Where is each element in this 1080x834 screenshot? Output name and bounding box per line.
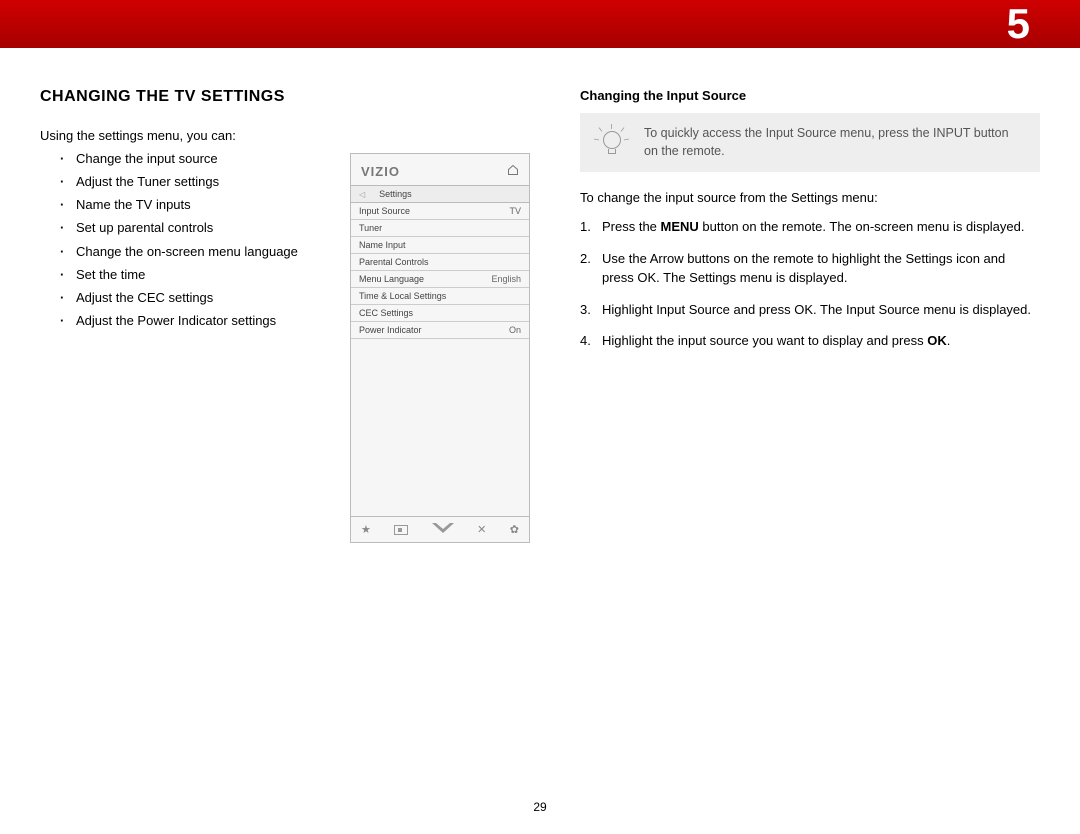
menu-row: Time & Local Settings: [351, 288, 529, 305]
step-text: button on the remote. The on-screen menu…: [699, 219, 1025, 234]
panel-title: Settings: [379, 189, 412, 199]
chapter-number: 5: [1007, 0, 1030, 48]
menu-row: Name Input: [351, 237, 529, 254]
row-label: Parental Controls: [359, 257, 429, 267]
step-item: Use the Arrow buttons on the remote to h…: [602, 249, 1040, 288]
step-item: Press the MENU button on the remote. The…: [602, 217, 1040, 237]
section-heading: CHANGING THE TV SETTINGS: [40, 88, 320, 106]
row-label: Menu Language: [359, 274, 424, 284]
step-text: .: [947, 333, 951, 348]
panel-header: VIZIO: [351, 154, 529, 185]
left-column: CHANGING THE TV SETTINGS Using the setti…: [40, 88, 320, 543]
menu-row: Tuner: [351, 220, 529, 237]
panel-spacer: [351, 339, 529, 516]
page-body: CHANGING THE TV SETTINGS Using the setti…: [0, 48, 1080, 543]
wide-v-icon: [432, 523, 454, 536]
step-item: Highlight Input Source and press OK. The…: [602, 300, 1040, 320]
rect-icon: [394, 525, 408, 535]
list-item: Adjust the Power Indicator settings: [76, 311, 320, 331]
back-triangle-icon: ◁: [359, 190, 365, 199]
tip-callout: To quickly access the Input Source menu,…: [580, 113, 1040, 172]
steps-list: Press the MENU button on the remote. The…: [580, 217, 1040, 351]
list-item: Change the on-screen menu language: [76, 242, 320, 262]
step-bold: OK: [927, 333, 947, 348]
close-icon: ✕: [477, 523, 486, 536]
page-number: 29: [0, 800, 1080, 814]
list-item: Adjust the Tuner settings: [76, 172, 320, 192]
panel-title-row: ◁ Settings: [351, 185, 529, 203]
row-label: Tuner: [359, 223, 382, 233]
step-text: Use the Arrow buttons on the remote to h…: [602, 251, 1005, 286]
menu-row: Parental Controls: [351, 254, 529, 271]
list-item: Change the input source: [76, 149, 320, 169]
menu-row: CEC Settings: [351, 305, 529, 322]
gear-icon: ✿: [510, 523, 519, 536]
step-text: Highlight Input Source and press OK. The…: [602, 302, 1031, 317]
row-value: TV: [509, 206, 521, 216]
lead-text: To change the input source from the Sett…: [580, 190, 1040, 205]
intro-text: Using the settings menu, you can:: [40, 128, 320, 143]
middle-column: VIZIO ◁ Settings Input Source TV Tuner Na…: [350, 88, 550, 543]
lightbulb-icon: [598, 127, 626, 159]
feature-list: Change the input source Adjust the Tuner…: [40, 149, 320, 331]
menu-row: Menu Language English: [351, 271, 529, 288]
step-text: Press the: [602, 219, 661, 234]
subsection-heading: Changing the Input Source: [580, 88, 1040, 103]
settings-menu-screenshot: VIZIO ◁ Settings Input Source TV Tuner Na…: [350, 153, 530, 543]
right-column: Changing the Input Source To quickly acc…: [580, 88, 1040, 543]
menu-row: Power Indicator On: [351, 322, 529, 339]
row-label: CEC Settings: [359, 308, 413, 318]
panel-bottom-bar: ★ ✕ ✿: [351, 516, 529, 542]
row-label: Name Input: [359, 240, 406, 250]
row-label: Power Indicator: [359, 325, 422, 335]
step-text: Highlight the input source you want to d…: [602, 333, 927, 348]
brand-logo: VIZIO: [361, 164, 400, 179]
star-icon: ★: [361, 523, 371, 536]
row-label: Input Source: [359, 206, 410, 216]
home-icon: [507, 164, 519, 179]
step-item: Highlight the input source you want to d…: [602, 331, 1040, 351]
row-value: On: [509, 325, 521, 335]
chapter-header: 5: [0, 0, 1080, 48]
list-item: Name the TV inputs: [76, 195, 320, 215]
menu-row: Input Source TV: [351, 203, 529, 220]
row-label: Time & Local Settings: [359, 291, 446, 301]
tip-text: To quickly access the Input Source menu,…: [644, 125, 1022, 160]
row-value: English: [491, 274, 521, 284]
panel-rows: Input Source TV Tuner Name Input Parental…: [351, 203, 529, 339]
list-item: Set the time: [76, 265, 320, 285]
list-item: Set up parental controls: [76, 218, 320, 238]
list-item: Adjust the CEC settings: [76, 288, 320, 308]
step-bold: MENU: [661, 219, 699, 234]
